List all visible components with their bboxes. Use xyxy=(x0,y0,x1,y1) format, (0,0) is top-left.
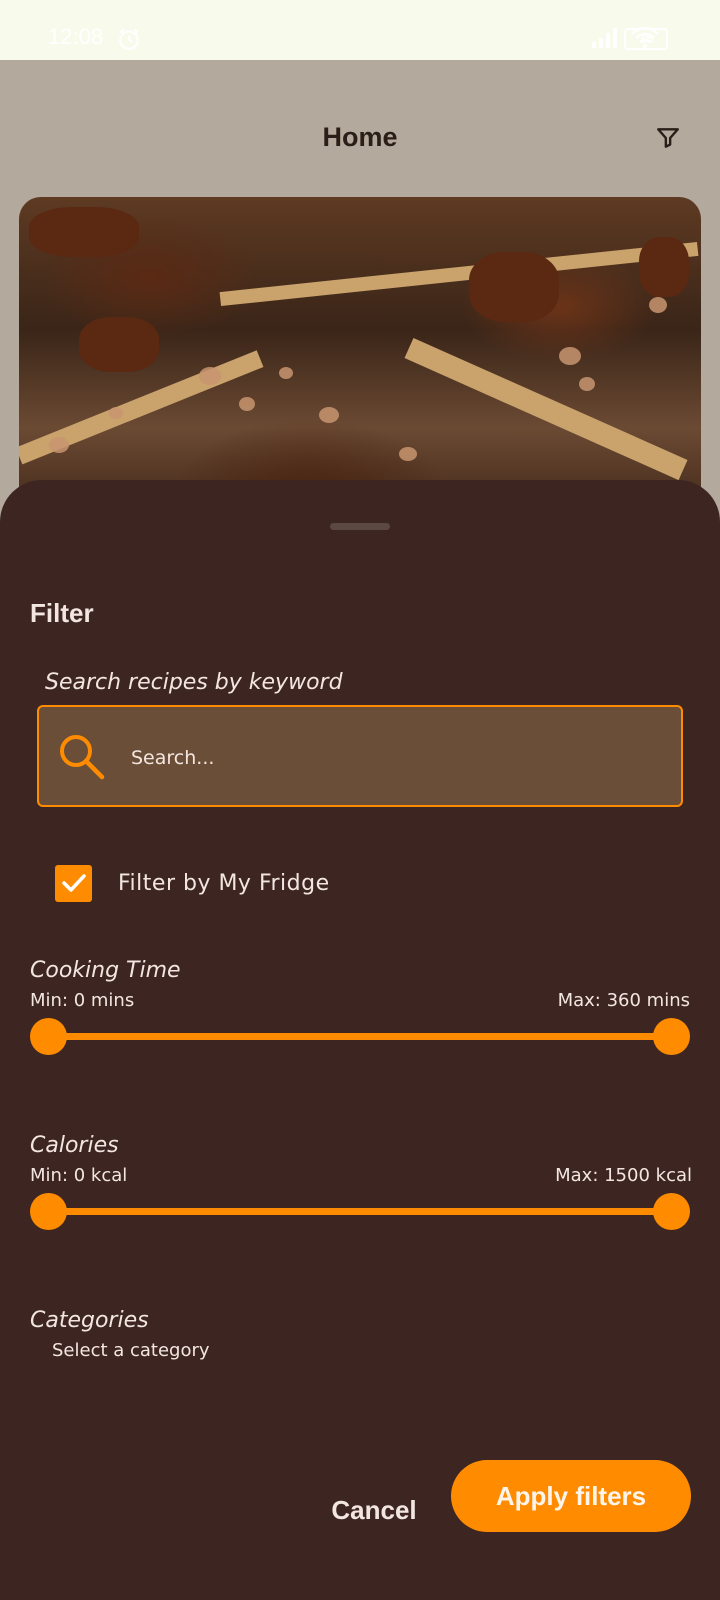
fridge-filter-row[interactable]: Filter by My Fridge xyxy=(55,863,330,903)
filter-title: Filter xyxy=(30,598,94,628)
fridge-label: Filter by My Fridge xyxy=(118,870,330,896)
slider-track[interactable] xyxy=(48,1208,672,1215)
fridge-checkbox[interactable] xyxy=(55,864,92,902)
cooking-time-max: Max: 360 mins xyxy=(557,990,690,1011)
recipe-hero-image[interactable] xyxy=(19,197,701,527)
min-thumb[interactable] xyxy=(30,1018,67,1055)
slider-track[interactable] xyxy=(48,1033,672,1040)
calories-max: Max: 1500 kcal xyxy=(555,1165,692,1186)
checkmark-icon xyxy=(61,874,86,892)
calories-label: Calories xyxy=(30,1133,119,1158)
categories-label: Categories xyxy=(30,1308,149,1333)
page-title: Home xyxy=(322,122,398,152)
status-bar: 12:08 38 xyxy=(0,0,720,60)
alarm-icon xyxy=(119,28,139,50)
search-label: Search recipes by keyword xyxy=(45,670,343,695)
app-bar: Home xyxy=(0,60,720,190)
filter-icon xyxy=(657,128,679,148)
status-time: 12:08 xyxy=(48,24,104,49)
calories-slider[interactable] xyxy=(30,1192,690,1232)
signal-icon xyxy=(592,28,617,48)
max-thumb[interactable] xyxy=(653,1018,690,1055)
apply-filters-button[interactable]: Apply filters xyxy=(451,1460,691,1532)
search-field[interactable] xyxy=(37,705,683,807)
filter-button[interactable] xyxy=(652,122,684,154)
drag-handle[interactable] xyxy=(330,523,390,530)
search-input[interactable] xyxy=(131,743,651,773)
battery-icon: 38 xyxy=(624,28,668,50)
calories-min: Min: 0 kcal xyxy=(30,1165,128,1186)
search-icon xyxy=(60,735,105,780)
max-thumb[interactable] xyxy=(653,1193,690,1230)
cancel-button[interactable]: Cancel xyxy=(322,1488,426,1532)
filter-sheet: Filter Search recipes by keyword Filter … xyxy=(0,480,720,1600)
category-dropdown[interactable]: Select a category xyxy=(52,1340,210,1361)
cooking-time-min: Min: 0 mins xyxy=(30,990,135,1011)
min-thumb[interactable] xyxy=(30,1193,67,1230)
cooking-time-label: Cooking Time xyxy=(30,958,181,983)
cooking-time-slider[interactable] xyxy=(30,1017,690,1057)
